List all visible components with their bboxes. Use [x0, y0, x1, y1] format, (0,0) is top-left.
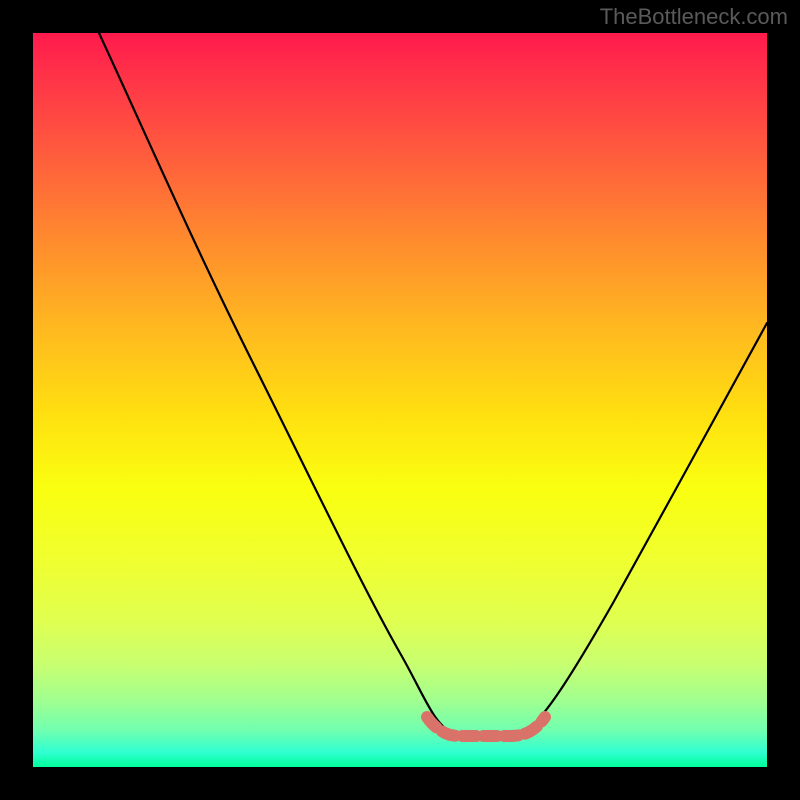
flat-region-highlight [427, 717, 545, 736]
bottleneck-curve-path [99, 33, 767, 735]
curve-svg [33, 33, 767, 767]
watermark-text: TheBottleneck.com [600, 4, 788, 30]
